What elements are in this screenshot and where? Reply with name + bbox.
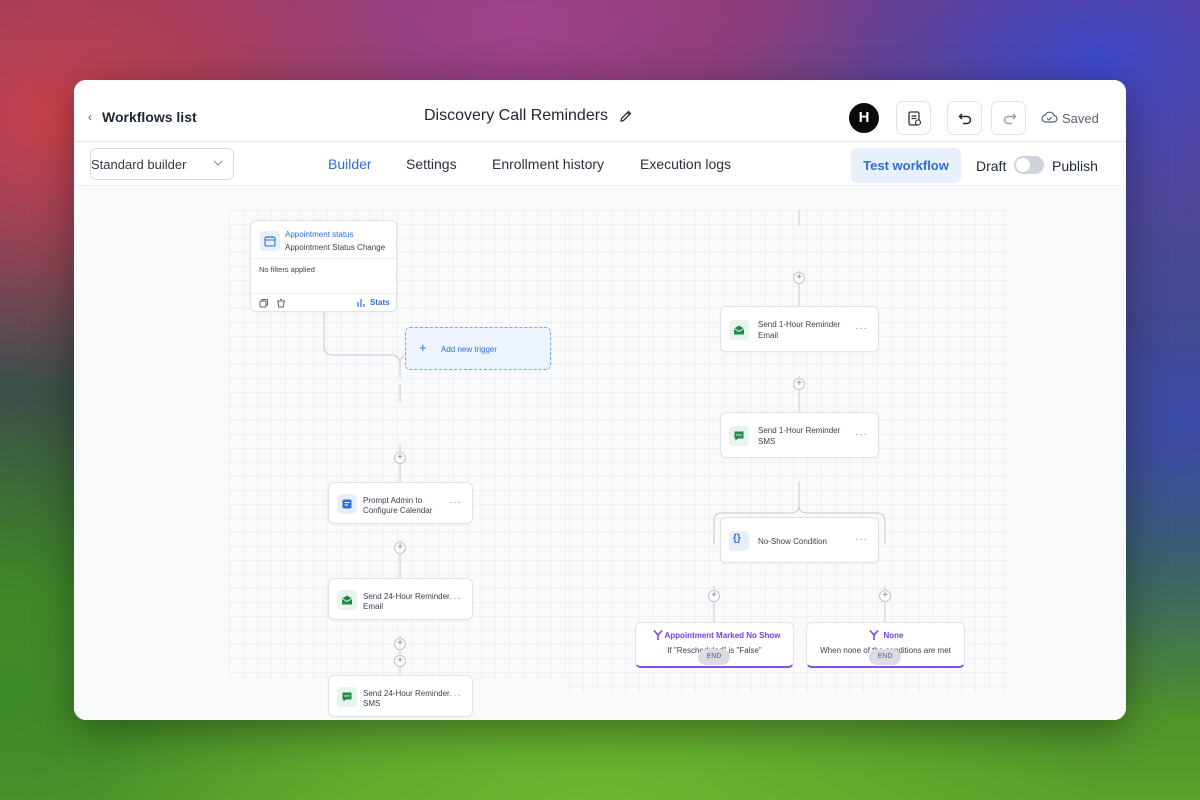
- saved-status: Saved: [1062, 111, 1099, 126]
- publish-toggle[interactable]: [1014, 156, 1044, 174]
- node-title: No-Show Condition: [758, 537, 827, 546]
- test-workflow-label: Test workflow: [863, 158, 949, 173]
- trigger-filters: No filters applied: [259, 265, 315, 274]
- redo-icon: [1003, 113, 1017, 125]
- action-node-1h-email[interactable]: Send 1-Hour Reminder Email ···: [720, 306, 879, 352]
- action-icon-wrap: [337, 590, 357, 610]
- node-subtitle: SMS: [758, 437, 776, 446]
- condition-node-no-show[interactable]: {} No-Show Condition ···: [720, 517, 879, 563]
- node-subtitle: Email: [758, 331, 779, 340]
- add-step-plus[interactable]: +: [793, 272, 805, 284]
- action-icon-wrap: [337, 494, 357, 514]
- stats-icon: [357, 299, 365, 307]
- trigger-title: Appointment status: [285, 230, 354, 239]
- back-arrow-icon[interactable]: ‹: [88, 110, 92, 124]
- trigger-divider: [251, 258, 396, 259]
- add-step-plus[interactable]: +: [394, 655, 406, 667]
- test-workflow-button[interactable]: Test workflow: [851, 148, 961, 183]
- undo-icon: [958, 113, 972, 125]
- trigger-subtitle: Appointment Status Change: [285, 243, 386, 252]
- sms-icon: [342, 692, 352, 702]
- node-title: Send 1-Hour Reminder: [758, 426, 841, 435]
- calendar-icon: [264, 236, 276, 247]
- add-step-plus[interactable]: +: [394, 638, 406, 650]
- draft-label: Draft: [976, 158, 1007, 174]
- tab-execution-logs[interactable]: Execution logs: [640, 156, 731, 172]
- publish-label: Publish: [1052, 158, 1098, 174]
- node-subtitle: Configure Calendar: [363, 506, 433, 515]
- pencil-icon[interactable]: [618, 108, 634, 124]
- action-icon-wrap: [729, 320, 749, 340]
- action-node-24h-email[interactable]: Send 24-Hour Reminder Email ···: [328, 578, 473, 620]
- branch-title: None: [883, 631, 904, 640]
- notes-button[interactable]: [896, 101, 931, 135]
- action-node-1h-sms[interactable]: Send 1-Hour Reminder SMS ···: [720, 412, 879, 458]
- node-title: Send 24-Hour Reminder: [363, 592, 450, 601]
- add-step-plus[interactable]: +: [394, 452, 406, 464]
- tab-enrollment-history[interactable]: Enrollment history: [492, 156, 604, 172]
- trigger-card[interactable]: Appointment status Appointment Status Ch…: [250, 220, 397, 312]
- builder-select-value: Standard builder: [91, 157, 187, 172]
- top-bar: ‹ Workflows list Discovery Call Reminder…: [74, 80, 1126, 142]
- braces-icon: {}: [733, 533, 741, 544]
- action-node-prompt-admin[interactable]: Prompt Admin to Configure Calendar ···: [328, 482, 473, 524]
- node-title: Prompt Admin to: [363, 496, 423, 505]
- email-icon: [733, 325, 745, 335]
- undo-button[interactable]: [947, 101, 982, 135]
- sms-icon: [734, 431, 744, 441]
- app-window: ‹ Workflows list Discovery Call Reminder…: [74, 80, 1126, 720]
- workflow-canvas[interactable]: Appointment status Appointment Status Ch…: [74, 186, 1126, 720]
- action-node-24h-sms[interactable]: Send 24-Hour Reminder SMS ···: [328, 675, 473, 717]
- node-title: Send 1-Hour Reminder: [758, 320, 841, 329]
- trigger-icon-wrap: [260, 231, 280, 251]
- action-icon-wrap: [729, 426, 749, 446]
- form-icon: [342, 499, 352, 509]
- redo-button[interactable]: [991, 101, 1026, 135]
- add-step-plus[interactable]: +: [793, 378, 805, 390]
- more-icon[interactable]: ···: [855, 429, 868, 440]
- email-icon: [341, 595, 353, 605]
- plus-icon: +: [419, 340, 427, 355]
- clipboard-icon: [908, 111, 922, 126]
- end-marker: END: [698, 649, 730, 665]
- add-step-plus[interactable]: +: [879, 590, 891, 602]
- add-trigger-button[interactable]: + Add new trigger: [405, 327, 551, 370]
- trash-icon[interactable]: [276, 298, 286, 308]
- more-icon[interactable]: ···: [449, 497, 462, 508]
- action-icon-wrap: [337, 687, 357, 707]
- more-icon[interactable]: ···: [449, 593, 462, 604]
- workflow-title: Discovery Call Reminders: [424, 107, 609, 124]
- avatar[interactable]: H: [849, 103, 879, 133]
- end-marker: END: [869, 649, 901, 665]
- trigger-footer-divider: [251, 293, 396, 294]
- tab-builder[interactable]: Builder: [328, 156, 372, 172]
- builder-select[interactable]: Standard builder: [90, 148, 234, 180]
- add-trigger-label: Add new trigger: [441, 345, 498, 354]
- more-icon[interactable]: ···: [449, 690, 462, 701]
- cloud-check-icon: [1041, 111, 1058, 123]
- add-step-plus[interactable]: +: [394, 542, 406, 554]
- node-subtitle: SMS: [363, 699, 381, 708]
- tab-settings[interactable]: Settings: [406, 156, 457, 172]
- condition-icon-wrap: {}: [729, 531, 749, 551]
- copy-icon[interactable]: [259, 298, 269, 308]
- chevron-down-icon: [213, 160, 223, 166]
- add-step-plus[interactable]: +: [708, 590, 720, 602]
- node-title: Send 24-Hour Reminder: [363, 689, 450, 698]
- stats-link[interactable]: Stats: [370, 298, 390, 307]
- more-icon[interactable]: ···: [855, 323, 868, 334]
- more-icon[interactable]: ···: [855, 534, 868, 545]
- node-subtitle: Email: [363, 602, 384, 611]
- branch-title: Appointment Marked No Show: [664, 631, 781, 640]
- workflows-list-link[interactable]: Workflows list: [102, 109, 197, 125]
